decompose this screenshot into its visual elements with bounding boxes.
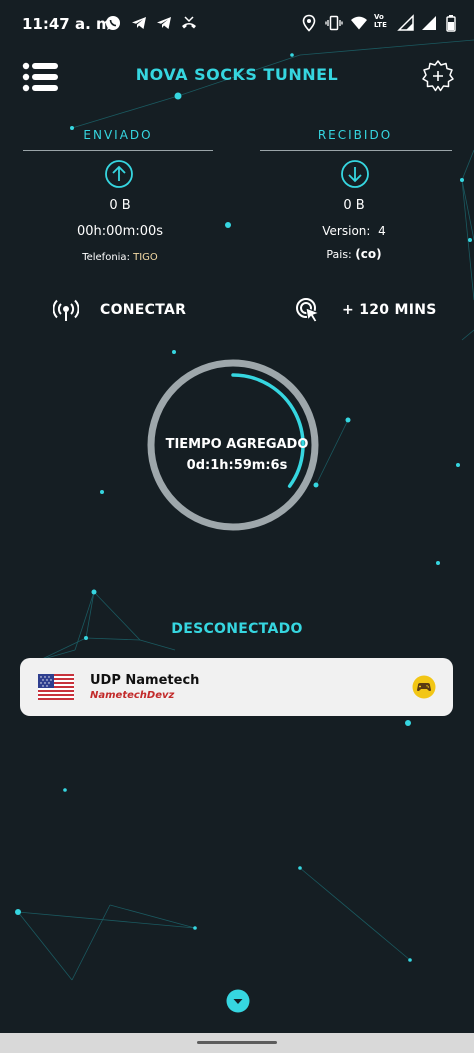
settings-gear-icon[interactable]	[420, 58, 456, 94]
wifi-icon	[351, 16, 367, 30]
received-heading: RECIBIDO	[317, 128, 393, 142]
whatsapp-icon	[106, 16, 120, 30]
tap-cursor-icon[interactable]	[295, 297, 321, 323]
timer-value: 0d:1h:59m:6s	[186, 458, 288, 473]
server-selector-card[interactable]: UDP Nametech NametechDevz	[20, 658, 453, 716]
received-divider	[260, 150, 452, 151]
download-arrow-icon	[341, 160, 369, 188]
connection-status: DESCONECTADO	[171, 621, 303, 637]
add-time-button[interactable]: + 120 MINS	[342, 302, 437, 318]
country-label: Pais:	[326, 248, 352, 261]
expand-down-button[interactable]	[226, 989, 250, 1013]
system-navigation-bar	[0, 1033, 474, 1053]
version-row: Version: 4	[246, 224, 462, 238]
gamepad-icon	[412, 675, 436, 699]
carrier-row: Telefonia: TIGO	[12, 252, 228, 263]
location-icon	[302, 14, 316, 32]
connect-button[interactable]: CONECTAR	[100, 302, 186, 318]
upload-arrow-icon	[105, 160, 133, 188]
telegram-icon	[157, 17, 171, 29]
app-title: NOVA SOCKS TUNNEL	[135, 65, 339, 84]
missed-call-icon	[182, 16, 196, 29]
carrier-value: TIGO	[133, 252, 158, 263]
received-panel: 0 B Version: 4 Pais: (co)	[246, 152, 462, 274]
received-amount: 0 B	[343, 198, 365, 213]
country-row: Pais: (co)	[246, 247, 462, 261]
sent-heading: ENVIADO	[83, 128, 153, 142]
volte-icon: Vo LTE	[374, 13, 387, 29]
carrier-label: Telefonia:	[82, 252, 130, 263]
status-bar: 11:47 a. m. Vo LTE	[0, 0, 474, 50]
server-provider: NametechDevz	[90, 690, 175, 701]
telegram-icon	[132, 17, 146, 29]
version-value: 4	[378, 224, 386, 238]
vibrate-icon	[325, 15, 343, 31]
home-gesture-handle[interactable]	[197, 1041, 277, 1044]
sent-panel: 0 B 00h:00m:00s Telefonia: TIGO	[12, 152, 228, 274]
battery-icon	[446, 15, 456, 32]
app-screen: 11:47 a. m. Vo LTE NOVA SOCKS TUNNEL ENV…	[0, 0, 474, 1053]
signal-icon	[397, 14, 414, 31]
country-value: (co)	[355, 247, 382, 261]
us-flag-icon	[38, 674, 74, 700]
connect-signal-icon[interactable]	[53, 297, 79, 323]
sent-divider	[23, 150, 213, 151]
signal-icon	[422, 16, 436, 30]
sent-duration: 00h:00m:00s	[76, 224, 164, 239]
sent-amount: 0 B	[109, 198, 131, 213]
version-label: Version:	[322, 224, 371, 238]
server-name: UDP Nametech	[90, 673, 200, 688]
timer-title: TIEMPO AGREGADO	[165, 437, 309, 452]
